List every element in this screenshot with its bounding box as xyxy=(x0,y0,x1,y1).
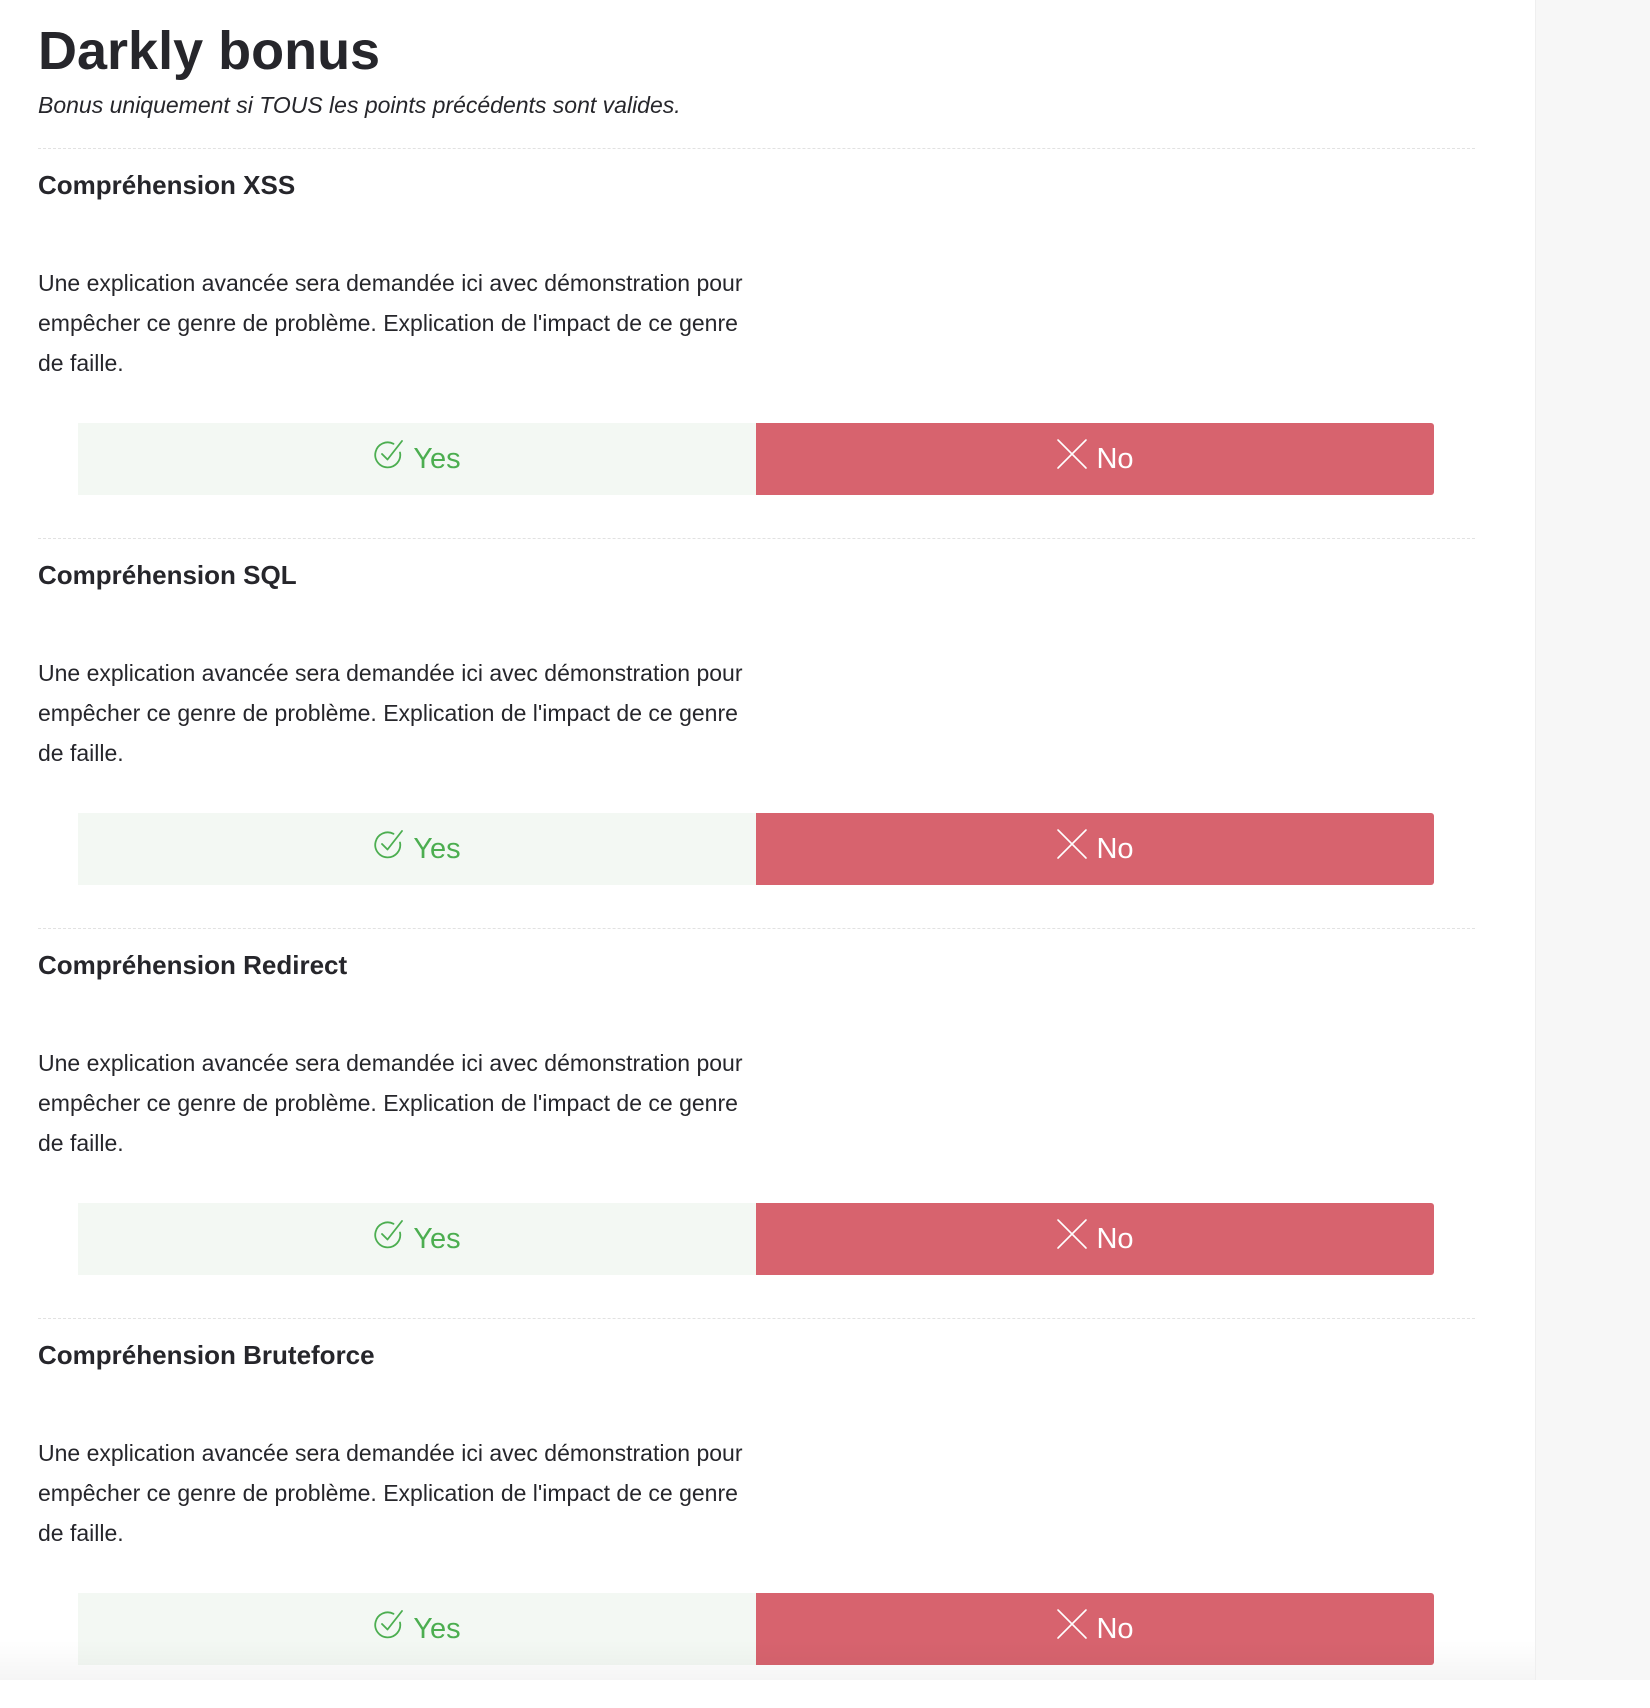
no-button[interactable]: No xyxy=(756,423,1434,495)
no-button[interactable]: No xyxy=(756,1203,1434,1275)
no-button[interactable]: No xyxy=(756,1593,1434,1665)
no-label: No xyxy=(1096,1612,1134,1645)
check-circle-icon xyxy=(373,1608,405,1642)
section-description: Une explication avancée sera demandée ic… xyxy=(38,660,743,766)
section-title: Compréhension XSS xyxy=(38,170,296,200)
evaluation-section-sql: Compréhension SQL Une explication avancé… xyxy=(38,538,1475,928)
close-icon xyxy=(1056,438,1088,472)
yes-button[interactable]: Yes xyxy=(78,813,756,885)
yes-label: Yes xyxy=(413,442,461,475)
section-description: Une explication avancée sera demandée ic… xyxy=(38,270,743,376)
check-circle-icon xyxy=(373,828,405,862)
close-icon xyxy=(1056,1218,1088,1252)
section-divider xyxy=(38,148,1475,149)
no-label: No xyxy=(1096,442,1134,475)
check-circle-icon xyxy=(373,438,405,472)
section-title: Compréhension SQL xyxy=(38,560,297,590)
evaluation-section-redirect: Compréhension Redirect Une explication a… xyxy=(38,928,1475,1318)
section-description: Une explication avancée sera demandée ic… xyxy=(38,1440,743,1546)
page-title: Darkly bonus xyxy=(38,21,381,81)
check-circle-icon xyxy=(373,1218,405,1252)
yes-no-choice: Yes No xyxy=(78,1203,1434,1275)
close-icon xyxy=(1056,828,1088,862)
evaluation-section-bruteforce: Compréhension Bruteforce Une explication… xyxy=(38,1318,1475,1708)
evaluation-section-xss: Compréhension XSS Une explication avancé… xyxy=(38,148,1475,538)
yes-button[interactable]: Yes xyxy=(78,423,756,495)
yes-label: Yes xyxy=(413,1222,461,1255)
section-divider xyxy=(38,928,1475,929)
yes-no-choice: Yes No xyxy=(78,1593,1434,1665)
close-icon xyxy=(1056,1608,1088,1642)
section-title: Compréhension Bruteforce xyxy=(38,1340,375,1370)
yes-label: Yes xyxy=(413,832,461,865)
no-label: No xyxy=(1096,832,1134,865)
no-button[interactable]: No xyxy=(756,813,1434,885)
yes-button[interactable]: Yes xyxy=(78,1203,756,1275)
section-divider xyxy=(38,1318,1475,1319)
right-scroll-gutter xyxy=(1535,0,1650,1680)
section-description: Une explication avancée sera demandée ic… xyxy=(38,1050,743,1156)
yes-label: Yes xyxy=(413,1612,461,1645)
yes-button[interactable]: Yes xyxy=(78,1593,756,1665)
page-subtitle: Bonus uniquement si TOUS les points préc… xyxy=(38,92,681,118)
yes-no-choice: Yes No xyxy=(78,423,1434,495)
yes-no-choice: Yes No xyxy=(78,813,1434,885)
section-divider xyxy=(38,538,1475,539)
main-page: Darkly bonus Bonus uniquement si TOUS le… xyxy=(0,0,1535,1680)
no-label: No xyxy=(1096,1222,1134,1255)
section-title: Compréhension Redirect xyxy=(38,950,348,980)
